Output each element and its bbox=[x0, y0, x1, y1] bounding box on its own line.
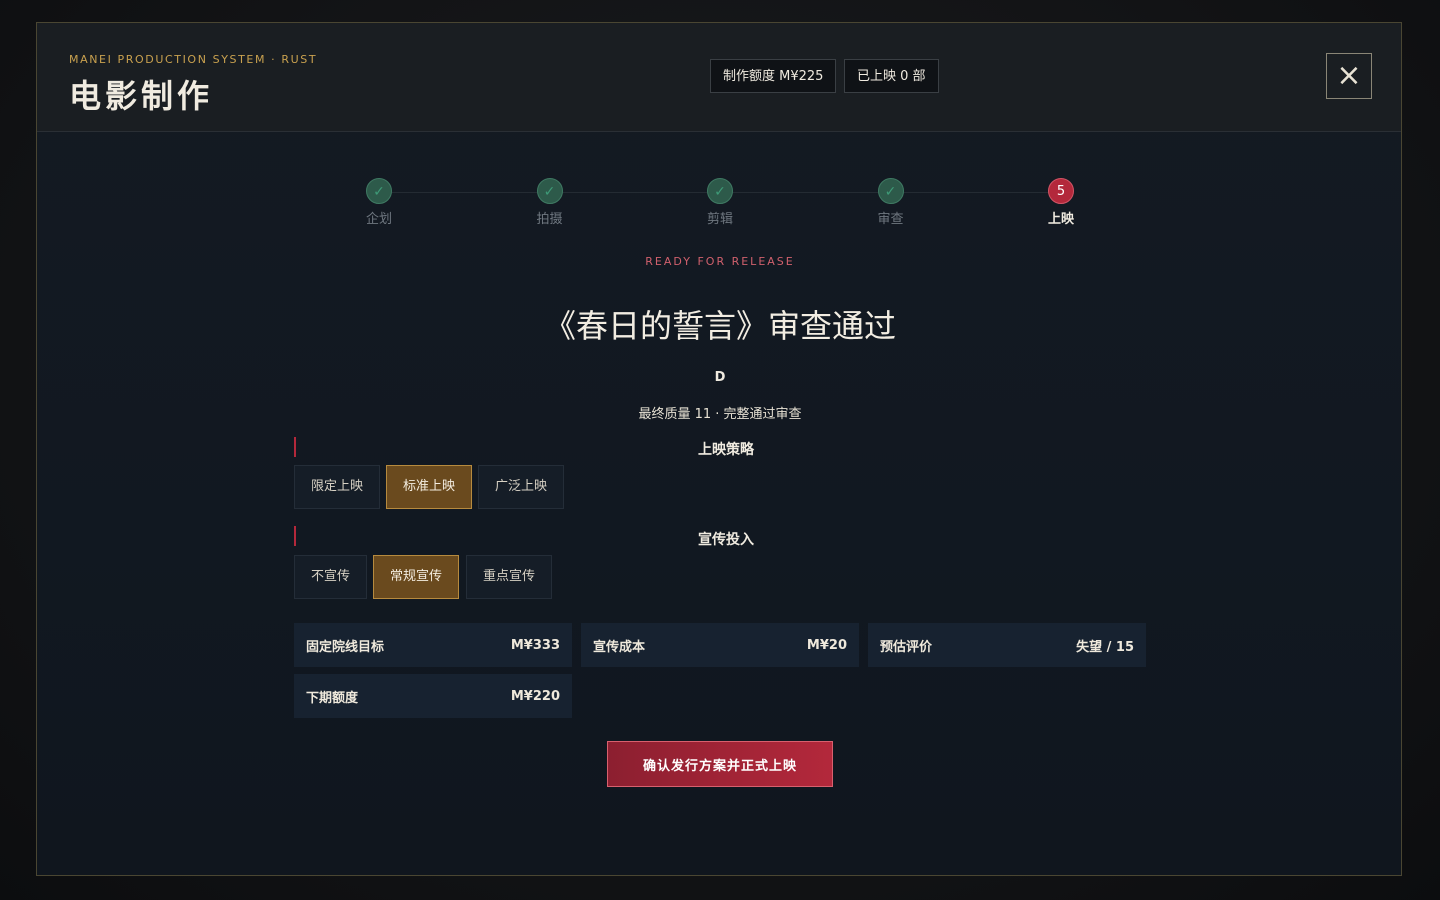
step-planning: ✓ 企划 bbox=[339, 178, 419, 227]
stat-value: M¥20 bbox=[806, 637, 847, 653]
released-count-badge: 已上映 0 部 bbox=[844, 59, 939, 93]
stat-theater-target: 固定院线目标 M¥333 bbox=[294, 623, 572, 667]
modal-header: MANEI PRODUCTION SYSTEM · RUST 电影制作 制作额度… bbox=[37, 23, 1401, 132]
option-limited-release[interactable]: 限定上映 bbox=[294, 465, 380, 509]
stat-label: 固定院线目标 bbox=[306, 639, 385, 655]
release-strategy-title: 上映策略 bbox=[698, 442, 754, 458]
page-title: 电影制作 bbox=[69, 77, 214, 115]
stat-label: 预估评价 bbox=[880, 639, 933, 655]
film-production-modal: MANEI PRODUCTION SYSTEM · RUST 电影制作 制作额度… bbox=[36, 22, 1402, 876]
stat-label: 下期额度 bbox=[306, 690, 359, 706]
stat-value: M¥333 bbox=[510, 637, 560, 653]
film-title: 《春日的誓言》审查通过 bbox=[543, 307, 896, 345]
option-heavy-promotion[interactable]: 重点宣传 bbox=[466, 555, 552, 599]
ready-eyebrow: READY FOR RELEASE bbox=[645, 255, 795, 268]
stat-promotion-cost: 宣传成本 M¥20 bbox=[581, 623, 859, 667]
option-wide-release[interactable]: 广泛上映 bbox=[478, 465, 564, 509]
step-number-badge: 5 bbox=[1048, 178, 1074, 204]
confirm-release-button[interactable]: 确认发行方案并正式上映 bbox=[607, 741, 833, 787]
check-icon: ✓ bbox=[366, 178, 392, 204]
step-shooting: ✓ 拍摄 bbox=[510, 178, 590, 227]
step-label: 拍摄 bbox=[536, 212, 563, 227]
step-label: 审查 bbox=[877, 212, 904, 227]
step-release: 5 上映 bbox=[1021, 178, 1101, 227]
option-regular-promotion[interactable]: 常规宣传 bbox=[373, 555, 459, 599]
grade-label: D bbox=[714, 370, 726, 385]
promotion-title: 宣传投入 bbox=[698, 532, 754, 548]
budget-badge: 制作额度 M¥225 bbox=[710, 59, 837, 93]
step-review: ✓ 审查 bbox=[851, 178, 931, 227]
step-label: 企划 bbox=[365, 212, 392, 227]
check-icon: ✓ bbox=[877, 178, 904, 204]
stat-value: M¥220 bbox=[510, 688, 560, 704]
production-stepper: ✓ 企划 ✓ 拍摄 ✓ 剪辑 ✓ 审查 5 上映 bbox=[37, 178, 1403, 238]
option-standard-release[interactable]: 标准上映 bbox=[386, 465, 472, 509]
stat-next-budget: 下期额度 M¥220 bbox=[294, 674, 572, 718]
stat-label: 宣传成本 bbox=[593, 639, 646, 655]
stat-value: 失望 / 15 bbox=[1076, 639, 1134, 655]
stat-estimated-rating: 预估评价 失望 / 15 bbox=[868, 623, 1146, 667]
system-eyebrow: MANEI PRODUCTION SYSTEM · RUST bbox=[69, 53, 318, 66]
option-no-promotion[interactable]: 不宣传 bbox=[294, 555, 367, 599]
close-icon: × bbox=[1336, 58, 1362, 93]
step-label: 上映 bbox=[1047, 212, 1074, 227]
check-icon: ✓ bbox=[707, 178, 733, 204]
quality-summary: 最终质量 11 · 完整通过审查 bbox=[638, 407, 802, 422]
step-editing: ✓ 剪辑 bbox=[680, 178, 760, 227]
step-label: 剪辑 bbox=[706, 212, 733, 227]
close-button[interactable]: × bbox=[1326, 53, 1372, 99]
check-icon: ✓ bbox=[536, 178, 563, 204]
